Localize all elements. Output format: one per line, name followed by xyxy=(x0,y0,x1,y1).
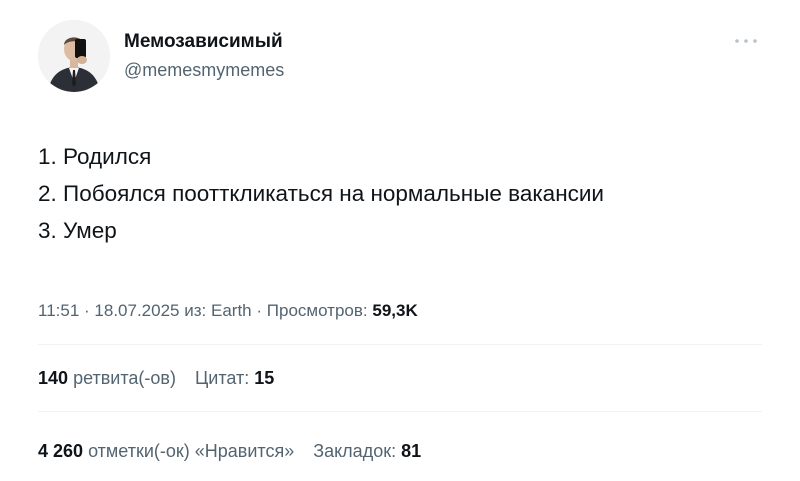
author-handle[interactable]: @memesmymemes xyxy=(124,60,284,81)
author-display-name[interactable]: Мемозависимый xyxy=(124,31,283,53)
retweet-quote-stats: 140 ретвита(-ов) Цитат: 15 xyxy=(38,368,288,389)
source-prefix: из: xyxy=(184,301,207,320)
retweets-count: 140 xyxy=(38,368,69,388)
views-label: Просмотров: xyxy=(266,301,368,320)
retweets-label: ретвита(-ов) xyxy=(73,368,176,388)
tweet-time[interactable]: 11:51 xyxy=(38,301,79,320)
avatar-photo xyxy=(38,20,110,92)
tweet-line: 3. Умер xyxy=(38,218,117,243)
avatar[interactable] xyxy=(38,20,110,92)
divider xyxy=(38,344,762,345)
bookmarks-stat: Закладок: 81 xyxy=(313,441,421,461)
tweet-date[interactable]: 18.07.2025 xyxy=(94,301,179,320)
tweet-source: Earth xyxy=(211,301,252,320)
likes-label: отметки(-ок) «Нравится» xyxy=(88,441,295,461)
bookmarks-count: 81 xyxy=(401,441,422,461)
likes-stat[interactable]: 4 260 отметки(-ок) «Нравится» xyxy=(38,441,294,461)
likes-bookmarks-stats: 4 260 отметки(-ок) «Нравится» Закладок: … xyxy=(38,441,435,462)
more-horizontal-icon[interactable] xyxy=(732,34,760,48)
retweets-stat[interactable]: 140 ретвита(-ов) xyxy=(38,368,176,388)
quotes-label: Цитат: xyxy=(194,368,250,388)
views-count: 59,3K xyxy=(372,301,418,320)
meta-separator: · xyxy=(256,301,263,320)
bookmarks-label: Закладок: xyxy=(313,441,397,461)
meta-separator: · xyxy=(84,301,90,320)
quotes-count: 15 xyxy=(254,368,275,388)
tweet-meta: 11:51 · 18.07.2025 из: Earth · Просмотро… xyxy=(38,301,418,321)
likes-count: 4 260 xyxy=(38,441,84,461)
tweet-line: 2. Побоялся поотткликаться на нормальные… xyxy=(38,181,605,206)
divider xyxy=(38,411,762,412)
tweet-line: 1. Родился xyxy=(38,144,152,169)
tweet-text: 1. Родился 2. Побоялся поотткликаться на… xyxy=(38,138,604,249)
quotes-stat[interactable]: Цитат: 15 xyxy=(195,368,274,388)
